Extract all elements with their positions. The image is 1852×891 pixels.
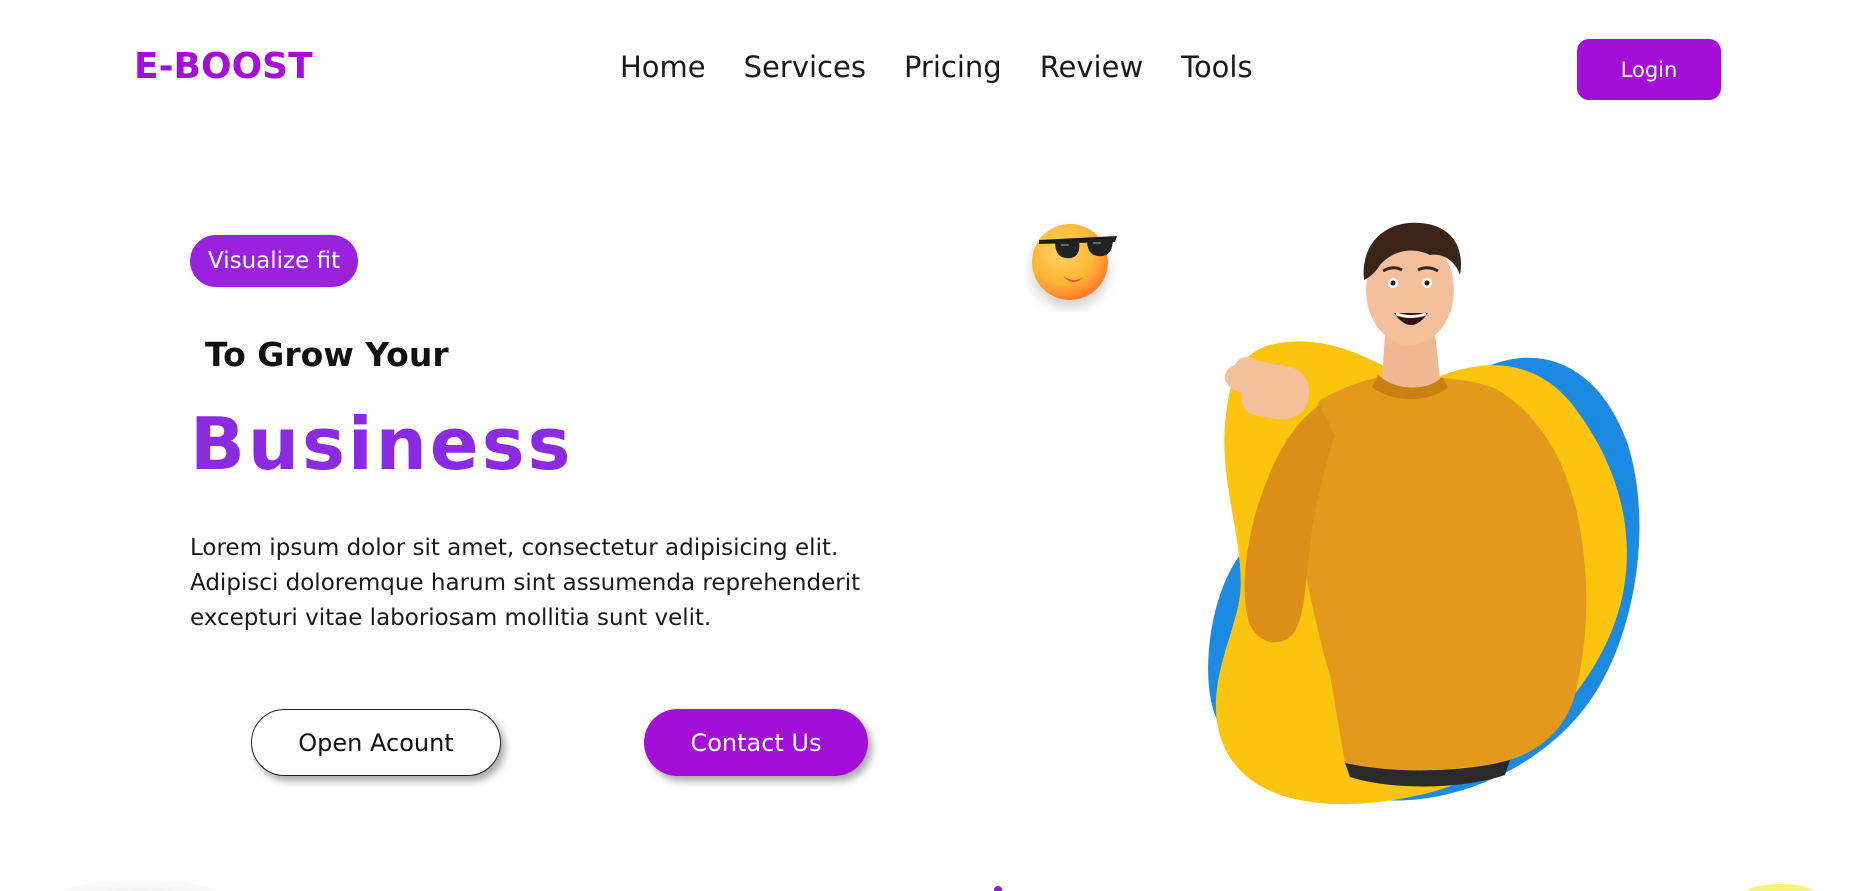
decorative-shadow — [60, 880, 220, 891]
sunglasses-emoji-icon — [1032, 224, 1117, 300]
decorative-yellow-shape — [1745, 884, 1815, 891]
nav-review[interactable]: Review — [1040, 50, 1143, 84]
contact-us-button[interactable]: Contact Us — [644, 709, 868, 776]
hero-illustration — [1208, 222, 1640, 805]
landing-page: E-BOOST Home Services Pricing Review Too… — [0, 0, 1852, 891]
nav-home[interactable]: Home — [620, 50, 706, 84]
brand-logo[interactable]: E-BOOST — [134, 46, 313, 87]
login-button[interactable]: Login — [1577, 39, 1721, 100]
main-nav: Home Services Pricing Review Tools — [620, 50, 1253, 84]
decorative-dot — [994, 886, 1002, 891]
nav-services[interactable]: Services — [744, 50, 866, 84]
open-account-button[interactable]: Open Acount — [251, 709, 501, 776]
nav-pricing[interactable]: Pricing — [904, 50, 1002, 84]
hero-headline: Business — [190, 402, 574, 486]
hero-badge: Visualize fit — [190, 235, 359, 287]
hero-description: Lorem ipsum dolor sit amet, consectetur … — [190, 535, 861, 631]
hero-subheading: To Grow Your — [205, 335, 449, 374]
nav-tools[interactable]: Tools — [1181, 50, 1252, 84]
